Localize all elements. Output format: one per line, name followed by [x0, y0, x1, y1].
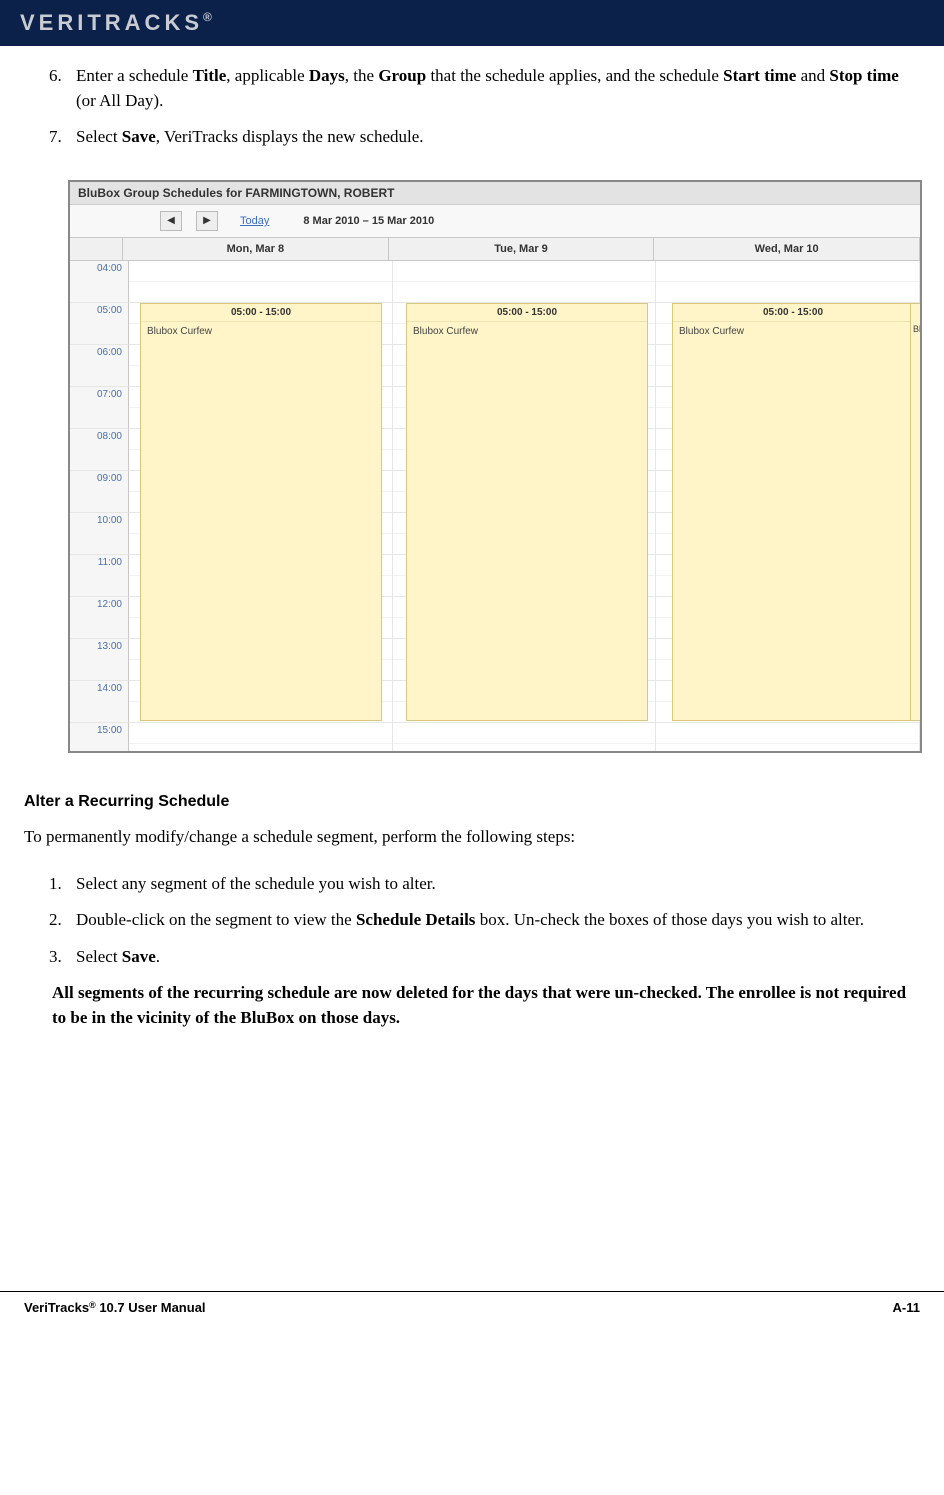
day-col-0: Mon, Mar 8 — [123, 238, 389, 260]
grid-cell[interactable] — [393, 513, 657, 555]
grid-cell[interactable] — [656, 471, 920, 513]
grid-cell[interactable] — [129, 345, 393, 387]
date-range: 8 Mar 2010 – 15 Mar 2010 — [303, 215, 434, 227]
grid-cell[interactable] — [393, 471, 657, 513]
grid-cell[interactable] — [393, 345, 657, 387]
grid-cell[interactable] — [129, 303, 393, 345]
grid-cell[interactable] — [129, 681, 393, 723]
day-col-2: Wed, Mar 10 — [654, 238, 920, 260]
time-label: 06:00 — [70, 345, 129, 387]
step-7: Select Save, VeriTracks displays the new… — [66, 125, 920, 150]
time-row: 05:00 — [70, 303, 920, 345]
time-label: 07:00 — [70, 387, 129, 429]
time-row: 07:00 — [70, 387, 920, 429]
day-col-1: Tue, Mar 9 — [389, 238, 655, 260]
time-label: 15:00 — [70, 723, 129, 751]
lower-step-1-text: Select any segment of the schedule you w… — [76, 874, 436, 893]
grid-cell[interactable] — [129, 723, 393, 751]
time-label: 13:00 — [70, 639, 129, 681]
grid-cell[interactable] — [393, 723, 657, 751]
time-label: 04:00 — [70, 261, 129, 303]
screenshot-title: BluBox Group Schedules for FARMINGTOWN, … — [70, 182, 920, 205]
intro-paragraph: To permanently modify/change a schedule … — [24, 825, 920, 850]
calendar-grid: 04:0005:0006:0007:0008:0009:0010:0011:00… — [70, 261, 920, 751]
grid-cell[interactable] — [129, 429, 393, 471]
grid-cell[interactable] — [656, 639, 920, 681]
grid-cell[interactable] — [656, 597, 920, 639]
lower-step-2-text: Double-click on the segment to view the … — [76, 910, 864, 929]
step-6: Enter a schedule Title, applicable Days,… — [66, 64, 920, 113]
grid-cell[interactable] — [656, 681, 920, 723]
step-6-text: Enter a schedule Title, applicable Days,… — [76, 66, 899, 110]
grid-cell[interactable] — [656, 303, 920, 345]
time-row: 08:00 — [70, 429, 920, 471]
time-label: 05:00 — [70, 303, 129, 345]
time-label: 14:00 — [70, 681, 129, 723]
footer-product: VeriTracks — [24, 1300, 89, 1315]
section-heading: Alter a Recurring Schedule — [24, 793, 920, 811]
time-label: 12:00 — [70, 597, 129, 639]
time-row: 15:00 — [70, 723, 920, 751]
calendar-nav: ◀ ▶ Today 8 Mar 2010 – 15 Mar 2010 — [70, 205, 920, 238]
grid-cell[interactable] — [129, 261, 393, 303]
time-row: 11:00 — [70, 555, 920, 597]
time-row: 06:00 — [70, 345, 920, 387]
day-header-row: Mon, Mar 8 Tue, Mar 9 Wed, Mar 10 — [70, 238, 920, 261]
grid-cell[interactable] — [129, 387, 393, 429]
grid-cell[interactable] — [129, 639, 393, 681]
grid-cell[interactable] — [393, 261, 657, 303]
grid-cell[interactable] — [393, 429, 657, 471]
lower-step-3: Select Save. — [66, 945, 920, 970]
grid-cell[interactable] — [129, 555, 393, 597]
logo-reg: ® — [203, 10, 212, 24]
grid-cell[interactable] — [129, 513, 393, 555]
page-footer: VeriTracks® 10.7 User Manual A-11 — [0, 1291, 944, 1325]
time-gutter-head — [70, 238, 123, 260]
footer-manual: 10.7 User Manual — [96, 1300, 206, 1315]
grid-cell[interactable] — [656, 345, 920, 387]
logo-text: VERITRACKS — [20, 10, 203, 35]
grid-cell[interactable] — [656, 387, 920, 429]
grid-cell[interactable] — [393, 681, 657, 723]
grid-cell[interactable] — [656, 261, 920, 303]
grid-cell[interactable] — [129, 597, 393, 639]
lower-step-3-text: Select Save. — [76, 947, 160, 966]
time-label: 10:00 — [70, 513, 129, 555]
footer-left: VeriTracks® 10.7 User Manual — [24, 1300, 206, 1315]
footer-right: A-11 — [893, 1300, 920, 1315]
header-logo: VERITRACKS® — [20, 10, 212, 36]
grid-cell[interactable] — [393, 555, 657, 597]
grid-cell[interactable] — [656, 429, 920, 471]
grid-cell[interactable] — [656, 555, 920, 597]
time-row: 14:00 — [70, 681, 920, 723]
schedule-screenshot: BluBox Group Schedules for FARMINGTOWN, … — [68, 180, 922, 753]
lower-steps-list: Select any segment of the schedule you w… — [24, 872, 920, 970]
time-label: 11:00 — [70, 555, 129, 597]
today-link[interactable]: Today — [240, 215, 269, 227]
time-row: 10:00 — [70, 513, 920, 555]
grid-cell[interactable] — [393, 387, 657, 429]
footer-reg: ® — [89, 1300, 96, 1310]
grid-cell[interactable] — [656, 723, 920, 751]
time-row: 12:00 — [70, 597, 920, 639]
time-label: 08:00 — [70, 429, 129, 471]
time-label: 09:00 — [70, 471, 129, 513]
lower-step-1: Select any segment of the schedule you w… — [66, 872, 920, 897]
bold-summary: All segments of the recurring schedule a… — [52, 981, 920, 1030]
grid-cell[interactable] — [393, 303, 657, 345]
grid-cell[interactable] — [393, 597, 657, 639]
next-button[interactable]: ▶ — [196, 211, 218, 231]
lower-step-2: Double-click on the segment to view the … — [66, 908, 920, 933]
prev-button[interactable]: ◀ — [160, 211, 182, 231]
step-7-text: Select Save, VeriTracks displays the new… — [76, 127, 424, 146]
grid-cell[interactable] — [129, 471, 393, 513]
time-row: 09:00 — [70, 471, 920, 513]
time-row: 04:00 — [70, 261, 920, 303]
header-band: VERITRACKS® — [0, 0, 944, 46]
grid-cell[interactable] — [393, 639, 657, 681]
top-steps-list: Enter a schedule Title, applicable Days,… — [24, 64, 920, 150]
grid-cell[interactable] — [656, 513, 920, 555]
time-row: 13:00 — [70, 639, 920, 681]
grid-rows: 04:0005:0006:0007:0008:0009:0010:0011:00… — [70, 261, 920, 751]
